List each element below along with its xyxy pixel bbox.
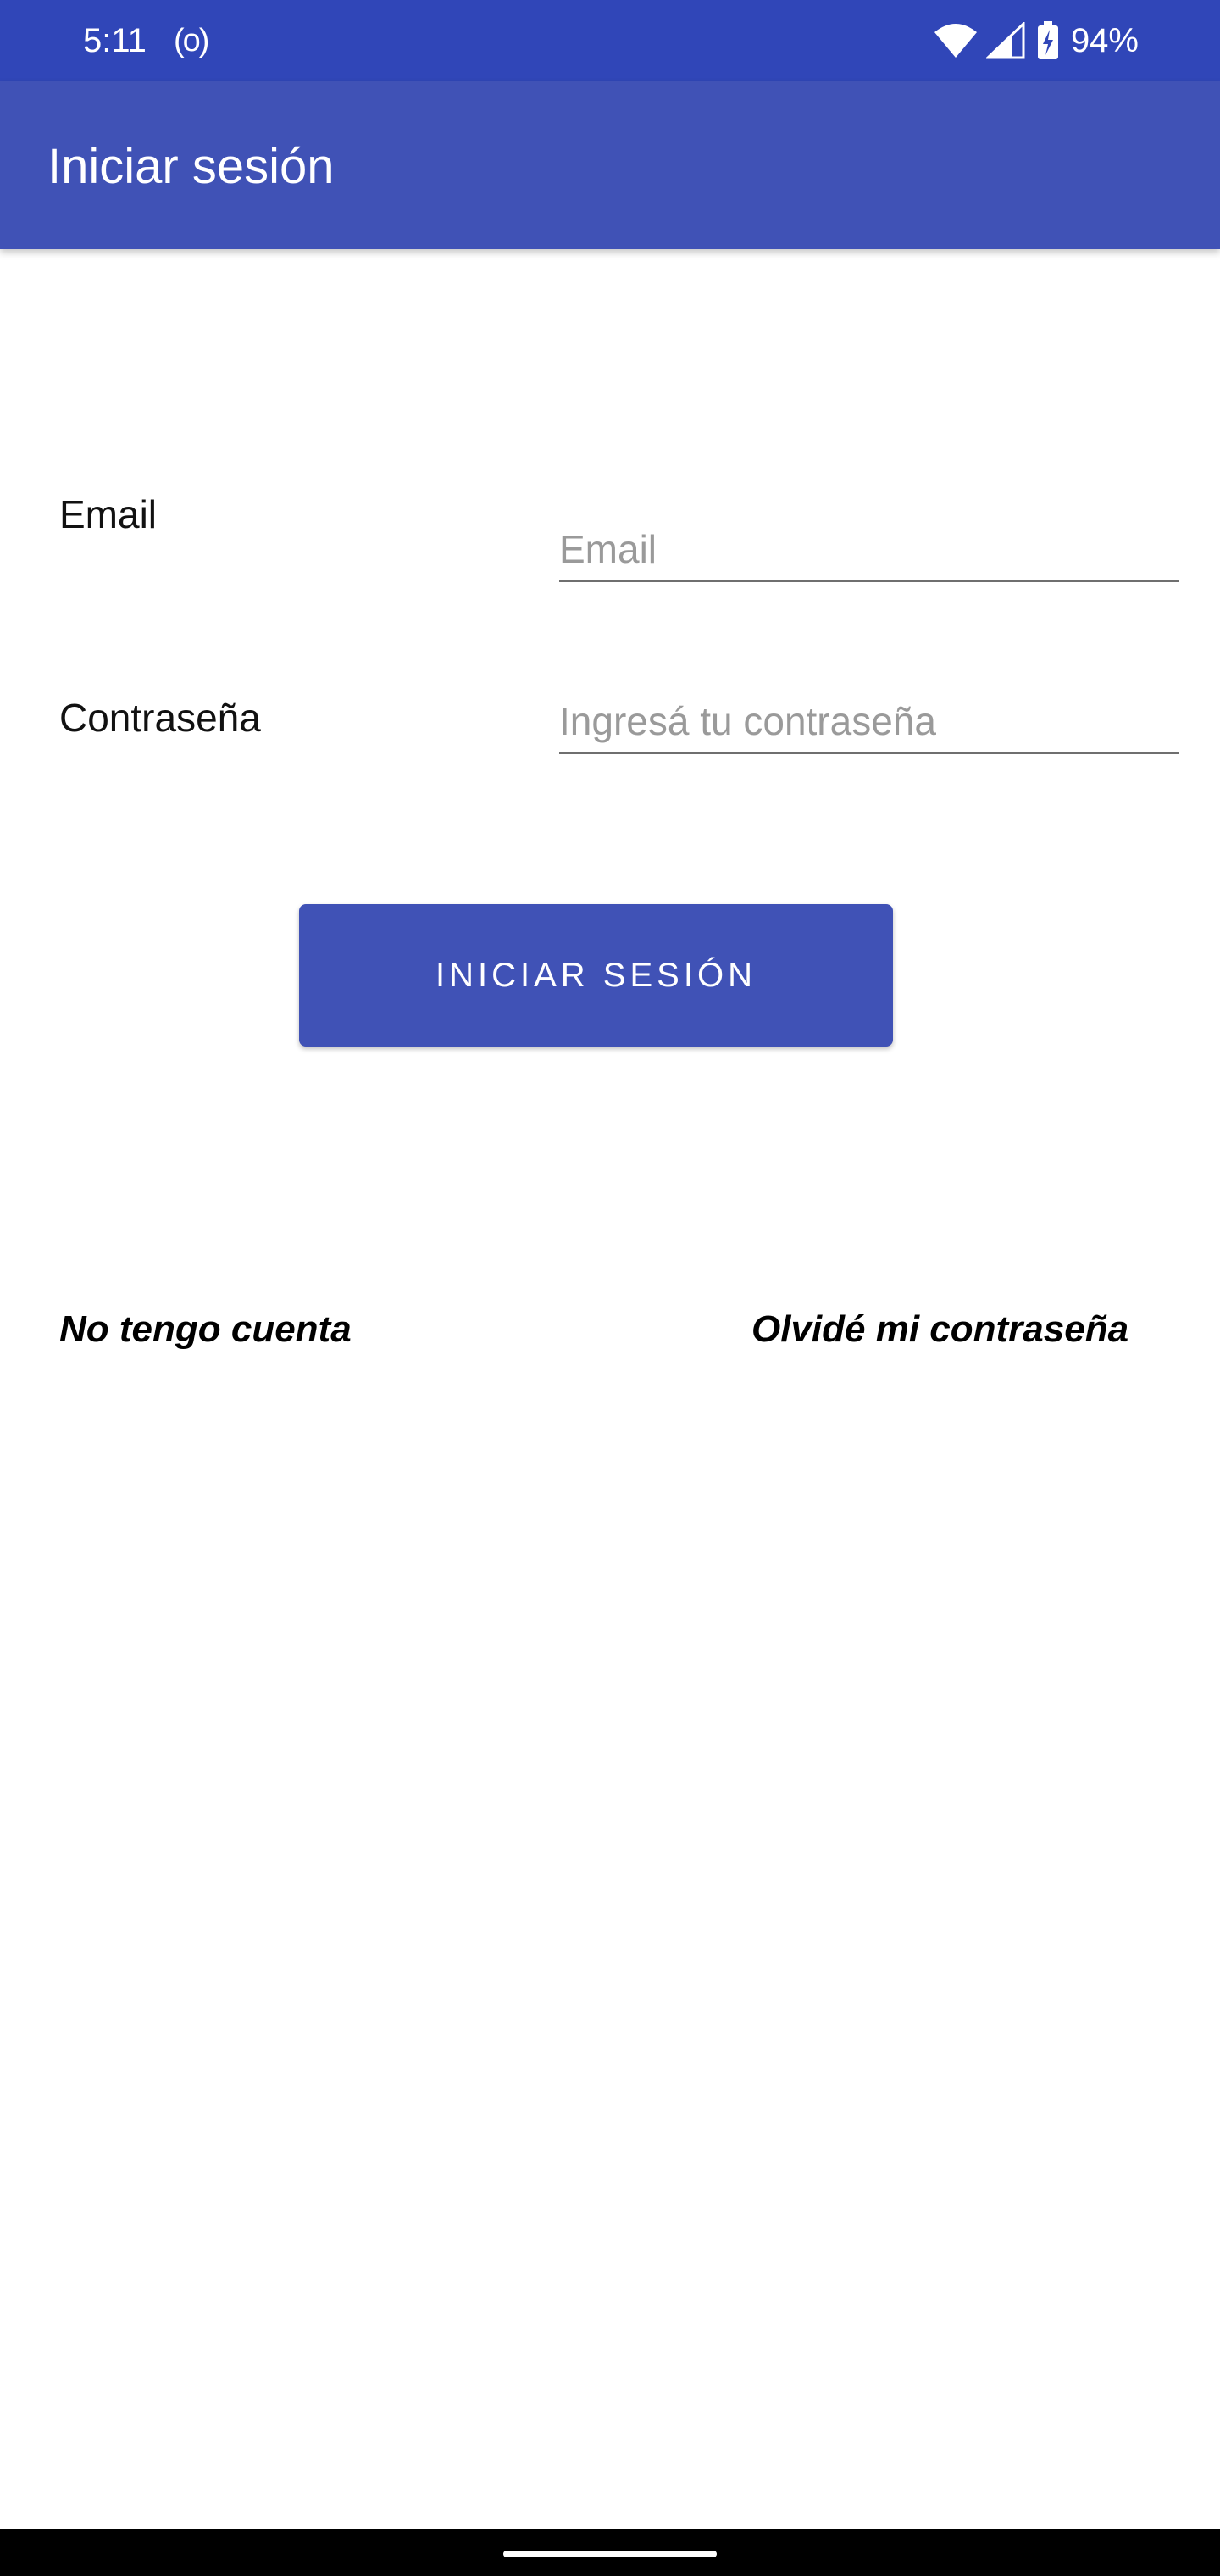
login-screen: 5:11 (o) 94% Iniciar sesión Email Email … <box>0 0 1220 2576</box>
status-bar: 5:11 (o) 94% <box>0 0 1220 81</box>
wifi-icon <box>934 22 978 59</box>
page-title: Iniciar sesión <box>47 139 335 194</box>
status-icons: 94% <box>934 19 1139 63</box>
email-field[interactable] <box>559 519 1179 582</box>
home-gesture-handle[interactable] <box>503 2551 717 2557</box>
radio-indicator-icon: (o) <box>174 23 209 58</box>
status-time: 5:11 <box>83 22 147 59</box>
app-bar: Iniciar sesión <box>0 81 1220 249</box>
email-label: Email <box>59 492 158 536</box>
signal-icon <box>985 22 1025 59</box>
login-button[interactable]: INICIAR SESIÓN <box>299 904 893 1046</box>
forgot-password-link[interactable]: Olvidé mi contraseña <box>751 1306 1128 1353</box>
password-field[interactable] <box>559 691 1179 754</box>
navigation-bar <box>0 2529 1220 2576</box>
password-label: Contraseña <box>59 696 261 740</box>
battery-percent: 94% <box>1070 22 1139 59</box>
battery-charging-icon <box>1037 21 1059 60</box>
no-account-link[interactable]: No tengo cuenta <box>59 1306 352 1353</box>
